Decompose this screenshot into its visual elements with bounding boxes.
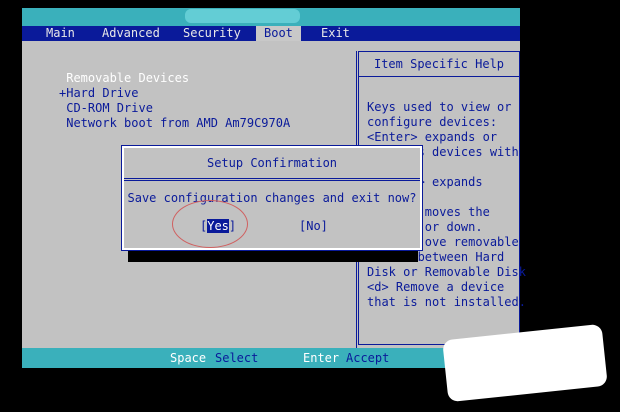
boot-item-network-boot[interactable]: Network boot from AMD Am79C970A [59, 116, 290, 130]
help-line: <d> Remove a device [367, 280, 505, 294]
dialog-message: Save configuration changes and exit now? [127, 191, 417, 205]
dialog-divider [124, 178, 420, 179]
help-line: that is not installed. [367, 295, 526, 309]
no-button[interactable]: [No] [299, 219, 328, 233]
help-line: Disk or Removable Disk [367, 265, 526, 279]
tab-exit[interactable]: Exit [321, 26, 350, 41]
boot-item-hard-drive[interactable]: +Hard Drive [59, 86, 138, 100]
status-key-enter: Enter [303, 351, 340, 365]
boot-item-removable-devices[interactable]: Removable Devices [59, 71, 189, 85]
status-desc-accept: Accept [346, 351, 390, 365]
bios-screen: Main Advanced Security Boot Exit Removab… [0, 0, 620, 412]
status-desc-select: Select [215, 351, 259, 365]
menu-bar: Main Advanced Security Boot Exit [22, 26, 520, 41]
help-line: <Enter> expands or [367, 130, 498, 144]
dialog-title: Setup Confirmation [206, 156, 338, 170]
setup-confirmation-dialog: Setup Confirmation Save configuration ch… [122, 146, 422, 250]
help-line: configure devices: [367, 115, 498, 129]
dialog-shadow [128, 248, 418, 262]
annotation-circle [172, 200, 248, 248]
redacted-title [185, 9, 300, 23]
tab-security[interactable]: Security [183, 26, 241, 41]
dialog-divider [124, 180, 420, 181]
tab-main[interactable]: Main [46, 26, 75, 41]
status-key-space: Space [170, 351, 207, 365]
help-title: Item Specific Help [359, 52, 519, 77]
help-line: Keys used to view or [367, 100, 512, 114]
tab-advanced[interactable]: Advanced [102, 26, 160, 41]
boot-item-cdrom-drive[interactable]: CD-ROM Drive [59, 101, 153, 115]
tab-boot[interactable]: Boot [256, 26, 301, 41]
